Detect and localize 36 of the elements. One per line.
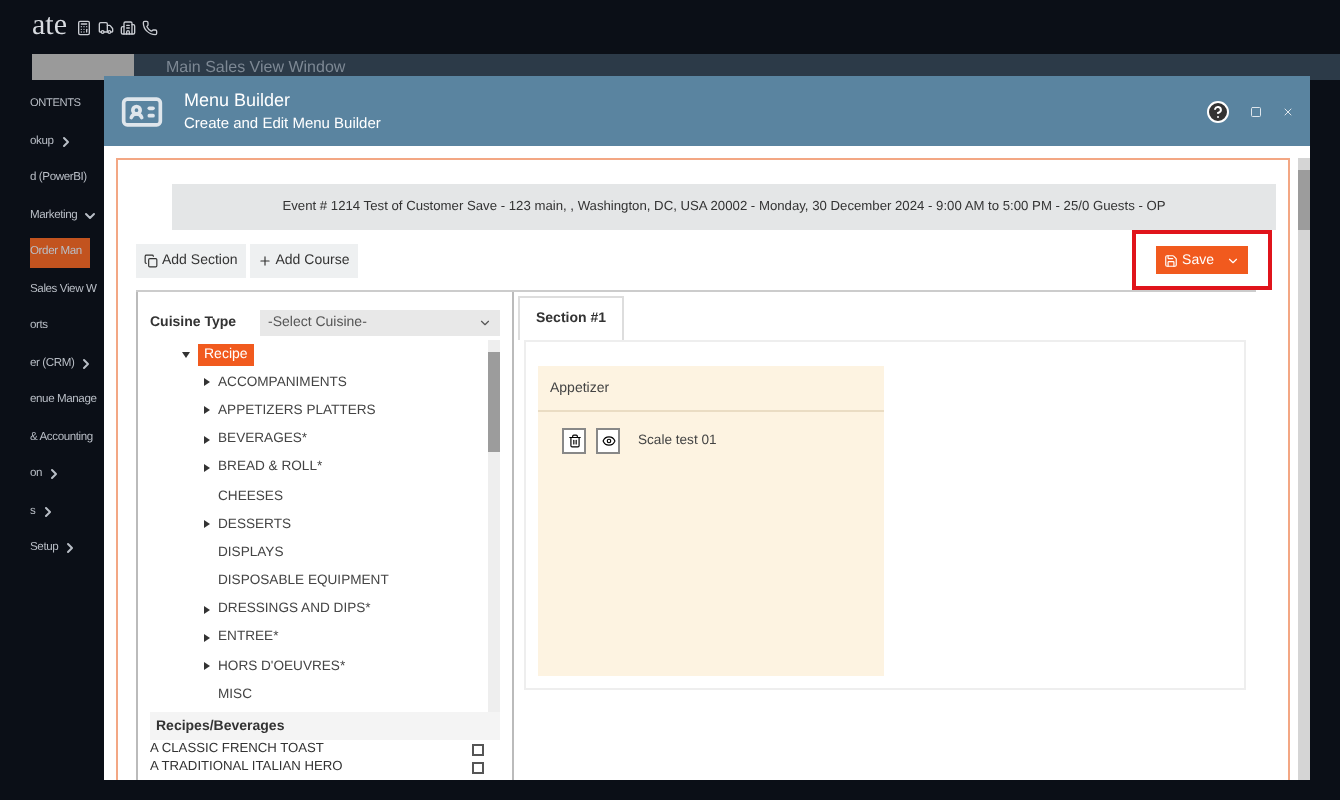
caret-icon[interactable] bbox=[202, 605, 210, 614]
caret-icon[interactable] bbox=[202, 633, 210, 642]
chevron-icon[interactable] bbox=[46, 466, 63, 483]
checkbox[interactable] bbox=[472, 761, 484, 773]
chevron-icon[interactable] bbox=[81, 207, 98, 224]
caret-icon[interactable] bbox=[202, 378, 210, 387]
close-icon[interactable] bbox=[1282, 105, 1294, 117]
app-logo: ate bbox=[32, 10, 67, 44]
chevron-icon[interactable] bbox=[62, 540, 79, 557]
truck-icon[interactable] bbox=[98, 19, 115, 35]
caret-icon[interactable] bbox=[202, 520, 210, 529]
maximize-icon[interactable] bbox=[1250, 105, 1262, 117]
dialog-title: Menu Builder bbox=[184, 90, 293, 110]
scrollbar[interactable] bbox=[488, 340, 500, 712]
caret-icon[interactable] bbox=[202, 435, 210, 444]
calculator-icon[interactable] bbox=[76, 19, 93, 35]
save-icon bbox=[1164, 253, 1179, 267]
eye-icon bbox=[601, 434, 615, 448]
plus-icon bbox=[257, 253, 272, 267]
caret-icon bbox=[478, 315, 492, 329]
caret-icon[interactable] bbox=[182, 350, 190, 359]
scrollbar[interactable] bbox=[1298, 158, 1310, 780]
delete-button[interactable] bbox=[562, 428, 586, 454]
caret-icon[interactable] bbox=[202, 463, 210, 472]
chevron-icon[interactable] bbox=[39, 503, 56, 520]
chevron-icon[interactable] bbox=[78, 355, 95, 372]
trash-icon bbox=[567, 434, 581, 448]
help-icon[interactable] bbox=[1206, 99, 1230, 123]
phone-icon[interactable] bbox=[142, 19, 159, 35]
view-button[interactable] bbox=[596, 428, 620, 454]
copy-icon bbox=[144, 253, 158, 267]
caret-icon[interactable] bbox=[202, 662, 210, 671]
caret-icon[interactable] bbox=[202, 406, 210, 415]
chevron-icon[interactable] bbox=[57, 133, 74, 150]
checkbox[interactable] bbox=[472, 743, 484, 755]
building-icon[interactable] bbox=[120, 19, 137, 35]
